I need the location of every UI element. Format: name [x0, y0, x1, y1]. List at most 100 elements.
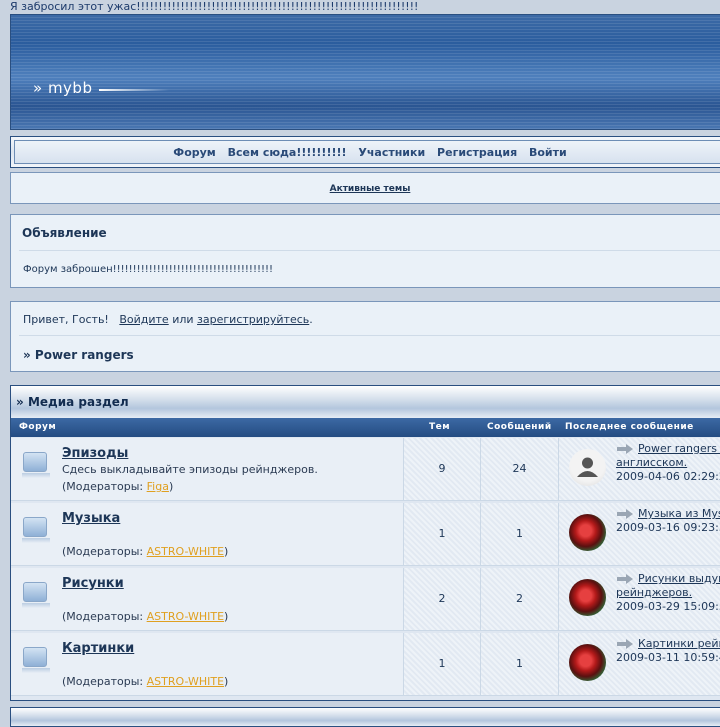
register-link[interactable]: зарегистрируйтесь — [197, 313, 309, 326]
posts-count: 1 — [516, 657, 523, 670]
forum-moderators: (Модераторы: ASTRO-WHITE) — [62, 610, 228, 623]
folder-icon — [22, 647, 50, 673]
or-text: или — [172, 313, 194, 326]
nav-all-here[interactable]: Всем сюда!!!!!!!!!! — [228, 146, 347, 159]
breadcrumb[interactable]: » Power rangers — [23, 348, 134, 362]
last-post-date: 2009-03-29 15:09:5 — [616, 600, 720, 613]
last-post-cell: Power rangers н англисском. 2009-04-06 0… — [558, 438, 720, 501]
moderators-label: (Модераторы: — [62, 675, 144, 688]
forum-moderators: (Модераторы: ASTRO-WHITE) — [62, 545, 228, 558]
moderator-link[interactable]: ASTRO-WHITE — [147, 675, 224, 688]
folder-icon — [22, 517, 50, 543]
posts-count-cell: 1 — [480, 503, 558, 566]
nav-forum[interactable]: Форум — [173, 146, 216, 159]
topics-count: 9 — [438, 462, 446, 475]
guest-greeting: Привет, Гость! Войдите или зарегистрируй… — [23, 313, 313, 326]
last-post-link[interactable]: Картинки рейн — [638, 637, 720, 650]
category-title-text[interactable]: Медиа раздел — [28, 395, 129, 409]
active-topics-link[interactable]: Активные темы — [330, 184, 411, 194]
posts-count-cell: 1 — [480, 633, 558, 696]
folder-icon — [22, 582, 50, 608]
posts-count-cell: 2 — [480, 568, 558, 631]
forum-info: Эпизоды Сдесь выкладывайте эпизоды рейнд… — [11, 438, 403, 501]
announcement-box: Объявление Форум заброшен!!!!!!!!!!!!!!!… — [10, 214, 720, 288]
moderator-link[interactable]: ASTRO-WHITE — [147, 545, 224, 558]
col-last-post: Последнее сообщение — [565, 422, 694, 432]
announcement-title: Объявление — [22, 226, 107, 240]
topics-count: 1 — [438, 657, 446, 670]
topics-count-cell: 2 — [403, 568, 480, 631]
last-post-link-cont[interactable]: англисском. — [616, 456, 687, 469]
forum-banner: » mybb — [10, 14, 720, 130]
folder-icon — [22, 452, 50, 478]
forum-row: Рисунки (Модераторы: ASTRO-WHITE) 2 2 Ри… — [11, 568, 720, 631]
moderators-close: ) — [224, 675, 229, 688]
topics-count-cell: 1 — [403, 503, 480, 566]
topics-count: 1 — [438, 527, 446, 540]
greeting-text: Привет, Гость! — [23, 313, 109, 326]
forum-info: Музыка (Модераторы: ASTRO-WHITE) — [11, 503, 403, 566]
col-forum: Форум — [19, 422, 57, 432]
moderators-label: (Модераторы: — [62, 480, 144, 493]
last-post-date: 2009-03-11 10:59:4 — [616, 651, 720, 664]
last-post-link[interactable]: Музыка из Mys — [638, 507, 720, 520]
category-media: » Медиа раздел Форум Тем Сообщений После… — [10, 385, 720, 701]
forum-row: Эпизоды Сдесь выкладывайте эпизоды рейнд… — [11, 438, 720, 501]
announcement-text: Форум заброшен!!!!!!!!!!!!!!!!!!!!!!!!!!… — [23, 264, 273, 275]
forum-description: Сдесь выкладывайте эпизоды рейнджеров. — [62, 463, 318, 476]
forum-info: Рисунки (Модераторы: ASTRO-WHITE) — [11, 568, 403, 631]
divider — [19, 335, 720, 336]
user-avatar-icon[interactable] — [569, 644, 606, 681]
moderator-link[interactable]: Figa — [147, 480, 169, 493]
category-title: » Медиа раздел — [11, 386, 720, 418]
forum-link[interactable]: Картинки — [62, 641, 134, 656]
column-headers: Форум Тем Сообщений Последнее сообщение — [11, 418, 720, 437]
col-topics: Тем — [429, 422, 451, 432]
last-post-cell: Рисунки выдум рейнджеров. 2009-03-29 15:… — [558, 568, 720, 631]
arrow-post-icon[interactable] — [616, 509, 634, 519]
forum-info: Картинки (Модераторы: ASTRO-WHITE) — [11, 633, 403, 696]
nav-links: Форум Всем сюда!!!!!!!!!! Участники Реги… — [14, 140, 720, 164]
arrow-post-icon[interactable] — [616, 639, 634, 649]
topics-count-cell: 9 — [403, 438, 480, 501]
category-arrow-icon: » — [16, 395, 24, 409]
posts-count: 2 — [516, 592, 523, 605]
welcome-box: Привет, Гость! Войдите или зарегистрируй… — [10, 301, 720, 372]
moderators-close: ) — [224, 545, 229, 558]
last-post-link-cont[interactable]: рейнджеров. — [616, 586, 692, 599]
posts-count-cell: 24 — [480, 438, 558, 501]
divider — [19, 250, 720, 251]
active-topics-box: Активные темы — [10, 172, 720, 204]
forum-moderators: (Модераторы: ASTRO-WHITE) — [62, 675, 228, 688]
nav-register[interactable]: Регистрация — [437, 146, 517, 159]
top-message: Я забросил этот ужас!!!!!!!!!!!!!!!!!!!!… — [10, 0, 419, 13]
forum-link[interactable]: Рисунки — [62, 576, 124, 591]
user-avatar-icon[interactable] — [569, 514, 606, 551]
nav-members[interactable]: Участники — [358, 146, 425, 159]
main-navigation: Форум Всем сюда!!!!!!!!!! Участники Реги… — [10, 136, 720, 168]
moderators-close: ) — [168, 480, 174, 493]
moderator-link[interactable]: ASTRO-WHITE — [147, 610, 224, 623]
posts-count: 24 — [512, 462, 527, 475]
login-link[interactable]: Войдите — [119, 313, 168, 326]
last-post-link[interactable]: Рисунки выдум — [638, 572, 720, 585]
arrow-post-icon[interactable] — [616, 574, 634, 584]
topics-count: 2 — [438, 592, 446, 605]
nav-login[interactable]: Войти — [529, 146, 567, 159]
mybb-logo[interactable]: » mybb — [33, 79, 92, 97]
forum-link[interactable]: Эпизоды — [62, 446, 128, 461]
forum-row: Картинки (Модераторы: ASTRO-WHITE) 1 1 К… — [11, 633, 720, 696]
col-posts: Сообщений — [487, 422, 552, 432]
topics-count-cell: 1 — [403, 633, 480, 696]
last-post-cell: Картинки рейн 2009-03-11 10:59:4 — [558, 633, 720, 696]
guest-avatar-icon[interactable] — [569, 449, 606, 486]
posts-count: 1 — [516, 527, 523, 540]
moderators-label: (Модераторы: — [62, 545, 144, 558]
last-post-link[interactable]: Power rangers н — [638, 442, 720, 455]
forum-link[interactable]: Музыка — [62, 511, 120, 526]
user-avatar-icon[interactable] — [569, 579, 606, 616]
last-post-cell: Музыка из Mys 2009-03-16 09:23:3 — [558, 503, 720, 566]
forum-row: Музыка (Модераторы: ASTRO-WHITE) 1 1 Муз… — [11, 503, 720, 566]
greeting-dot: . — [309, 313, 313, 326]
arrow-post-icon[interactable] — [616, 444, 634, 454]
